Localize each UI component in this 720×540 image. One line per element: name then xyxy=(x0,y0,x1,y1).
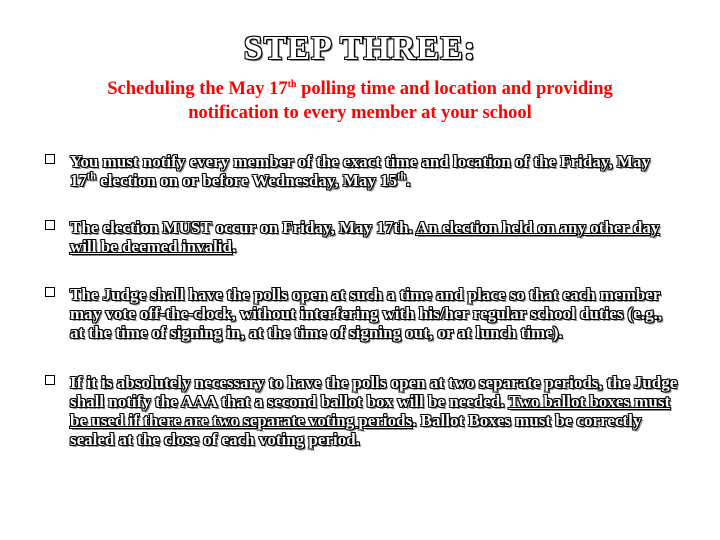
bullet-text: . xyxy=(231,237,237,256)
subtitle-line1-a: Scheduling the May 17 xyxy=(107,79,288,99)
square-bullet-icon xyxy=(45,154,55,164)
bullet-item-notify: You must notify every member of the exac… xyxy=(40,152,680,190)
square-bullet-icon xyxy=(45,375,55,385)
square-bullet-icon xyxy=(45,287,55,297)
bullet-item-polls-open: The Judge shall have the polls open at s… xyxy=(40,285,680,342)
slide-title: STEP THREE: xyxy=(243,30,477,67)
bullet-sup: th xyxy=(87,171,96,183)
slide-subtitle: Scheduling the May 17th polling time and… xyxy=(60,77,660,125)
bullet-text: The Judge shall have the polls open at s… xyxy=(70,285,663,342)
bullet-item-two-periods: If it is absolutely necessary to have th… xyxy=(40,373,680,449)
bullet-text: . xyxy=(406,171,411,190)
bullet-sup: th xyxy=(397,171,407,183)
bullet-item-election-date: The election MUST occur on Friday, May 1… xyxy=(40,218,680,256)
bullet-text: election on or before Wednesday, May 15 xyxy=(95,171,398,190)
subtitle-line2: notification to every member at your sch… xyxy=(188,103,532,123)
bullet-list: You must notify every member of the exac… xyxy=(40,152,680,477)
bullet-text: The election MUST occur on Friday, May 1… xyxy=(70,218,416,237)
subtitle-sup: th xyxy=(287,78,297,90)
square-bullet-icon xyxy=(45,220,55,230)
subtitle-line1-b: polling time and location and providing xyxy=(296,79,613,99)
